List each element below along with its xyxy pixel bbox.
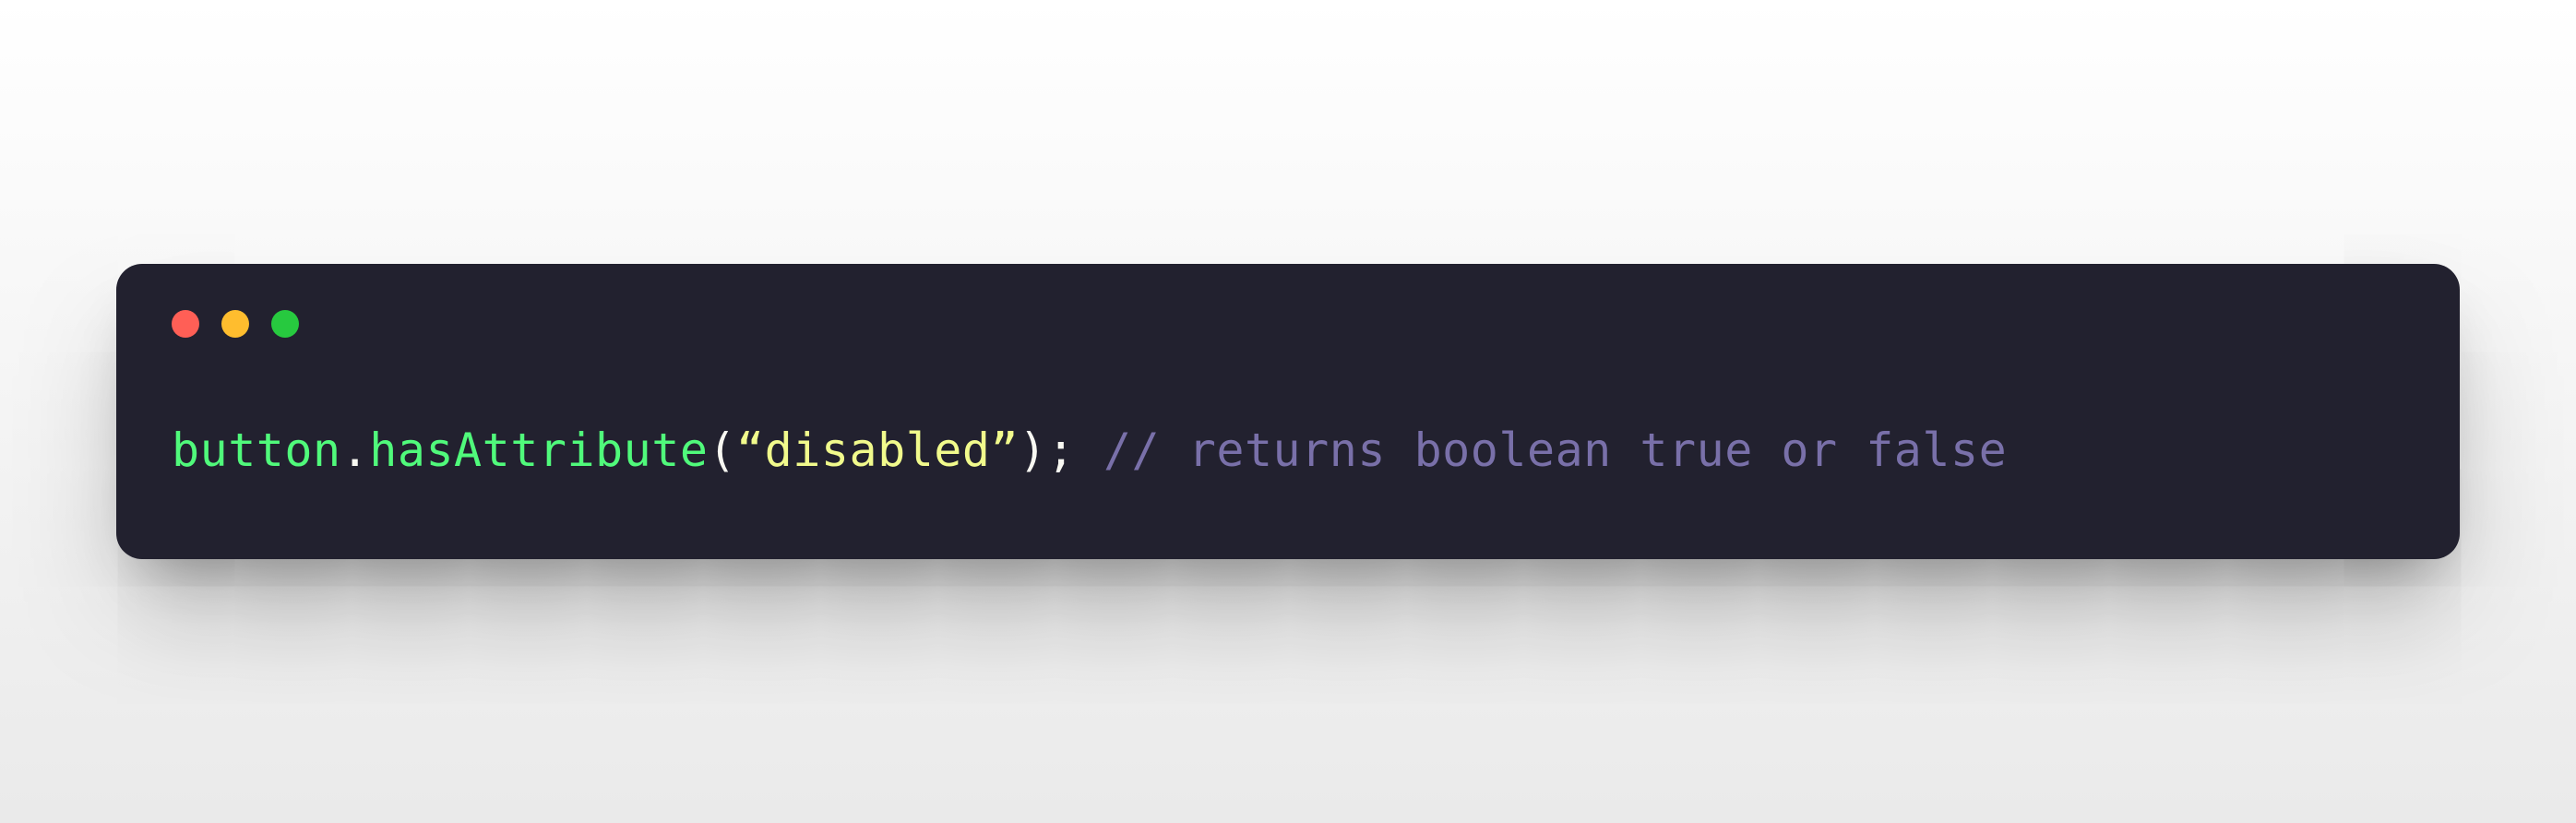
code-token-open-paren: ( xyxy=(708,423,736,477)
code-token-space xyxy=(1075,423,1103,477)
window-traffic-lights xyxy=(172,310,2404,338)
code-token-comment: // returns boolean true or false xyxy=(1103,423,2007,477)
code-token-close-paren-semi: ); xyxy=(1019,423,1075,477)
code-token-dot: . xyxy=(341,423,370,477)
code-token-string: “disabled” xyxy=(736,423,1019,477)
code-line: button.hasAttribute(“disabled”); // retu… xyxy=(172,416,2404,485)
minimize-window-icon[interactable] xyxy=(221,310,249,338)
code-token-method: hasAttribute xyxy=(369,423,708,477)
maximize-window-icon[interactable] xyxy=(271,310,299,338)
code-token-identifier: button xyxy=(172,423,341,477)
close-window-icon[interactable] xyxy=(172,310,199,338)
code-window: button.hasAttribute(“disabled”); // retu… xyxy=(116,264,2460,559)
